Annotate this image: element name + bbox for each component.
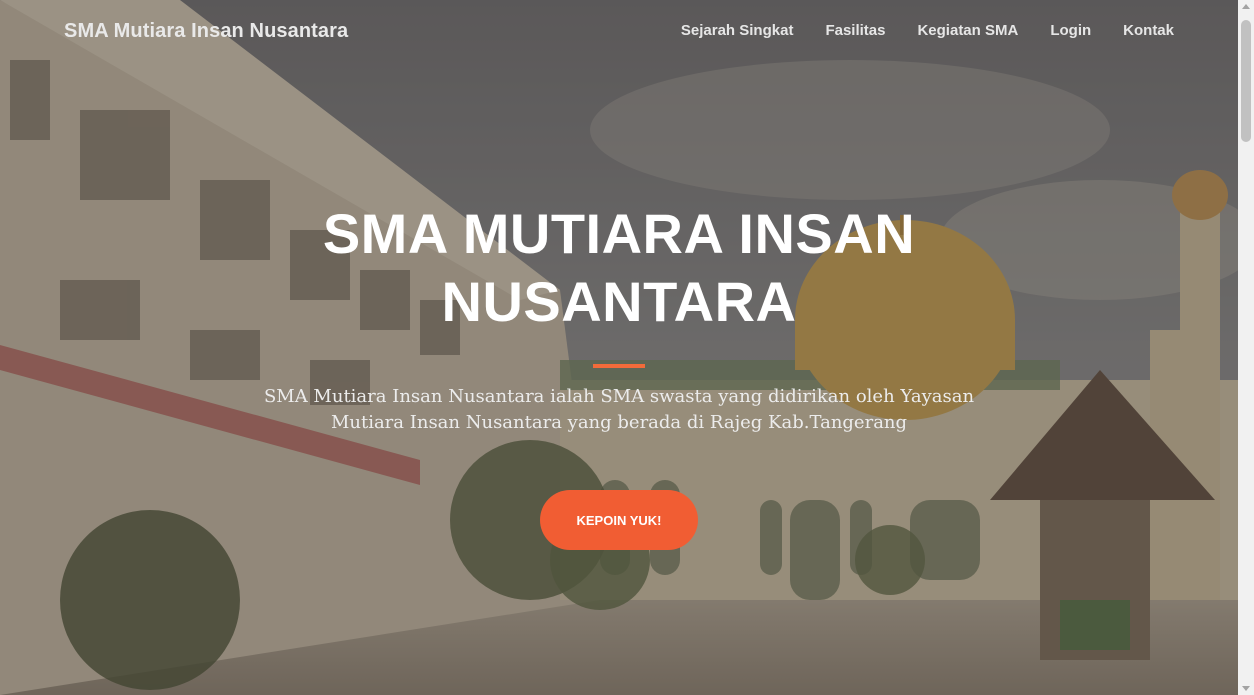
nav-link-kegiatan-sma[interactable]: Kegiatan SMA xyxy=(917,22,1018,39)
nav-links: Sejarah Singkat Fasilitas Kegiatan SMA L… xyxy=(681,22,1174,39)
hero-description: SMA Mutiara Insan Nusantara ialah SMA sw… xyxy=(263,386,975,433)
scroll-down-arrow-icon[interactable] xyxy=(1242,686,1250,691)
brand-logo-text[interactable]: SMA Mutiara Insan Nusantara xyxy=(64,20,348,43)
nav-link-sejarah-singkat[interactable]: Sejarah Singkat xyxy=(681,22,794,39)
page-viewport: SMA Mutiara Insan Nusantara Sejarah Sing… xyxy=(0,0,1238,695)
nav-link-kontak[interactable]: Kontak xyxy=(1123,22,1174,39)
scrollbar-thumb[interactable] xyxy=(1241,20,1251,142)
hero-title: SMA MUTIARA INSAN NUSANTARA xyxy=(322,202,916,333)
nav-link-login[interactable]: Login xyxy=(1050,22,1091,39)
hero-divider xyxy=(593,364,645,368)
kepoin-yuk-button[interactable]: KEPOIN YUK! xyxy=(540,490,698,550)
top-navbar: SMA Mutiara Insan Nusantara Sejarah Sing… xyxy=(0,0,1238,64)
scroll-up-arrow-icon[interactable] xyxy=(1242,4,1250,9)
hero-section: SMA MUTIARA INSAN NUSANTARA SMA Mutiara … xyxy=(0,200,1238,550)
vertical-scrollbar[interactable] xyxy=(1238,0,1254,695)
nav-link-fasilitas[interactable]: Fasilitas xyxy=(825,22,885,39)
